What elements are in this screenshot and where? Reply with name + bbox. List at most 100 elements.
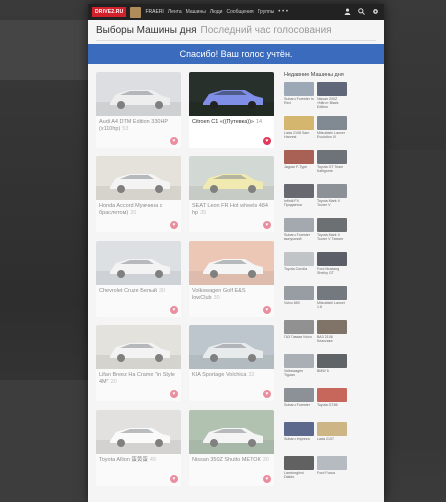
recent-car-label[interactable]: Toyota Corolla [284,267,314,271]
gear-icon[interactable] [370,8,380,17]
car-photo[interactable] [189,156,274,201]
recent-car-label[interactable]: Subaru Forester [284,403,314,407]
recent-car-label[interactable]: Nissan 200Z «Nitro» Black Edition [317,97,347,109]
recent-car-thumbnail[interactable] [317,286,347,300]
car-candidate-card[interactable]: Lifan Breez Ha Crame "in Style 4M" 20 ♥ [96,325,181,402]
recent-car-label[interactable]: Jaguar F-Type [284,165,314,169]
recent-car-label[interactable]: BMW 5 [317,369,347,373]
car-title[interactable]: Volkswagen Golf E&S lowClub 30 [189,285,274,302]
car-photo[interactable] [189,72,274,116]
recent-car-label[interactable]: Ford Focus [317,471,347,475]
car-candidate-card[interactable]: Volkswagen Golf E&S lowClub 30 ♥ [189,240,274,317]
recent-car-label[interactable]: Ford Mustang Shelby GT [317,267,347,275]
recent-car-label[interactable]: Mitsubishi Lancer 1.6 [317,301,347,309]
recent-car-label[interactable]: ВАЗ 2106 Классика [317,335,347,343]
recent-car-item[interactable]: Volkswagen Tiguan [284,354,314,384]
recent-car-thumbnail[interactable] [317,388,347,402]
recent-car-thumbnail[interactable] [317,184,347,198]
recent-car-thumbnail[interactable] [284,184,314,198]
user-icon[interactable] [342,8,352,17]
heart-icon[interactable]: ♥ [263,390,271,399]
recent-car-label[interactable]: Toyota GT86 [317,403,347,407]
heart-icon[interactable]: ♥ [263,474,271,483]
car-photo[interactable] [189,240,274,285]
recent-car-thumbnail[interactable] [317,354,347,368]
recent-car-thumbnail[interactable] [317,456,347,470]
car-title[interactable]: Toyota Allion 蛋黄蛋 45 [96,454,181,464]
car-candidate-card[interactable]: Citroen C1 «((Путевка))» 14 ♥ [189,72,274,148]
site-logo[interactable]: DRIVE2.RU [92,7,127,17]
recent-car-label[interactable]: Subaru Impreza [284,437,314,441]
car-candidate-card[interactable]: Chevrolet Cruze Белый 30 ♥ [96,240,181,317]
recent-car-thumbnail[interactable] [284,252,314,266]
recent-car-item[interactable]: ГАЗ Гамма Volvo [284,320,314,350]
car-title[interactable]: SEAT Leon FR Hot wheels 484 hp 35 [189,200,274,217]
recent-car-thumbnail[interactable] [317,116,347,130]
car-photo[interactable] [189,325,274,370]
recent-car-item[interactable]: Toyota GT Team Kalligome [317,150,347,180]
car-title[interactable]: Lifan Breez Ha Crame "in Style 4M" 20 [96,369,181,386]
car-title[interactable]: KIA Sportage Volchica 32 [189,369,274,379]
recent-car-label[interactable]: Lada 2107 [317,437,347,441]
recent-car-thumbnail[interactable] [317,252,347,266]
car-photo[interactable] [96,240,181,285]
search-icon[interactable] [356,7,366,17]
recent-car-thumbnail[interactable] [284,150,314,164]
car-title[interactable]: Citroen C1 «((Путевка))» 14 [189,116,274,126]
heart-icon[interactable]: ♥ [170,305,178,314]
heart-icon[interactable]: ♥ [263,221,271,230]
recent-car-thumbnail[interactable] [284,456,314,470]
recent-car-item[interactable]: ВАЗ 2106 Классика [317,320,347,350]
recent-car-label[interactable]: Lada 2108 Sam Harvest [284,131,314,139]
recent-car-item[interactable]: Toyota Mark II Tourer V [317,184,347,214]
car-photo[interactable] [96,325,181,370]
recent-car-thumbnail[interactable] [317,150,347,164]
recent-car-item[interactable]: BMW 5 [317,354,347,384]
recent-car-thumbnail[interactable] [284,286,314,300]
recent-car-item[interactable]: Ford Focus [317,456,347,486]
recent-car-label[interactable]: Lamborghini Diablo [284,471,314,479]
recent-car-label[interactable]: Toyota Mark II Tourer V Тюнинг [317,233,347,241]
car-title[interactable]: Honda Accord Мужчина с браслетом) 20 [96,200,181,217]
recent-car-item[interactable]: Ford Mustang Shelby GT [317,252,347,282]
recent-car-label[interactable]: Volkswagen Tiguan [284,369,314,377]
recent-car-label[interactable]: Mitsubishi Lancer Evolution IX [317,131,347,139]
heart-icon[interactable]: ♥ [170,390,178,399]
nav-messages[interactable]: Сообщения [226,9,253,15]
recent-car-item[interactable]: Volvo 850 [284,286,314,316]
car-title[interactable]: Chevrolet Cruze Белый 30 [96,285,181,295]
recent-car-item[interactable]: Infiniti FX Продается [284,184,314,214]
recent-car-label[interactable]: Subaru Forester выпускной [284,233,314,241]
recent-car-thumbnail[interactable] [284,82,314,96]
recent-car-item[interactable]: Toyota Mark II Tourer V Тюнинг [317,218,347,248]
recent-car-thumbnail[interactable] [284,218,314,232]
car-candidate-card[interactable]: SEAT Leon FR Hot wheels 484 hp 35 ♥ [189,156,274,233]
heart-icon[interactable]: ♥ [170,474,178,483]
recent-car-item[interactable]: Subaru Forester выпускной [284,218,314,248]
car-candidate-card[interactable]: Toyota Allion 蛋黄蛋 45 ♥ [96,409,181,486]
recent-car-item[interactable]: Jaguar F-Type [284,150,314,180]
recent-car-thumbnail[interactable] [284,354,314,368]
nav-cars[interactable]: Машины [186,9,206,15]
heart-icon[interactable]: ♥ [170,137,178,145]
car-candidate-card[interactable]: KIA Sportage Volchica 32 ♥ [189,325,274,402]
car-photo[interactable] [189,409,274,454]
car-candidate-card[interactable]: Honda Accord Мужчина с браслетом) 20 ♥ [96,156,181,233]
recent-car-label[interactable]: Subaru Forester Is Red [284,97,314,105]
recent-car-thumbnail[interactable] [284,320,314,334]
car-photo[interactable] [96,156,181,201]
recent-car-thumbnail[interactable] [284,388,314,402]
car-photo[interactable] [96,72,181,116]
recent-car-item[interactable]: Toyota GT86 [317,388,347,418]
recent-car-item[interactable]: Subaru Impreza [284,422,314,452]
recent-car-label[interactable]: ГАЗ Гамма Volvo [284,335,314,339]
car-candidate-card[interactable]: Nissan 350Z Shutto МЕТОК 30 ♥ [189,409,274,486]
recent-car-item[interactable]: Mitsubishi Lancer 1.6 [317,286,347,316]
car-photo[interactable] [96,409,181,454]
recent-car-item[interactable]: Nissan 200Z «Nitro» Black Edition [317,82,347,112]
car-title[interactable]: Audi A4 DTM Edition 330HP (x110hp) 53 [96,116,181,133]
car-candidate-card[interactable]: Audi A4 DTM Edition 330HP (x110hp) 53 ♥ [96,72,181,148]
heart-icon[interactable]: ♥ [170,221,178,230]
recent-car-thumbnail[interactable] [317,82,347,96]
more-menu-icon[interactable]: • • • [278,9,288,15]
